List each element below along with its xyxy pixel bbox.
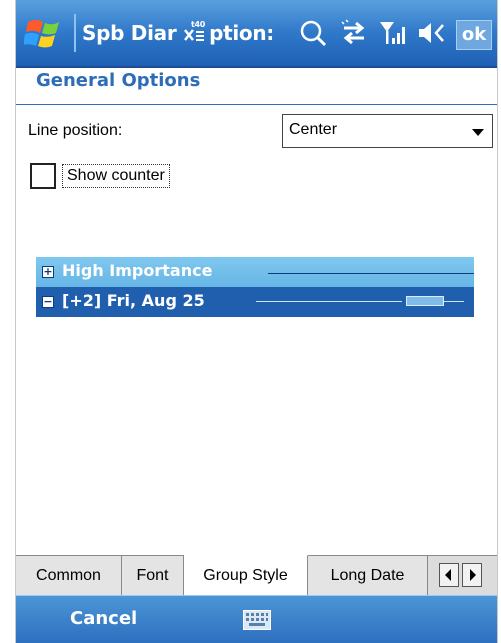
preview-date-line-end	[444, 301, 464, 302]
tab-font[interactable]: Font	[122, 556, 184, 596]
collapse-icon: −	[42, 295, 54, 308]
volume-icon[interactable]	[416, 14, 446, 52]
tab-long-date[interactable]: Long Date	[308, 556, 428, 596]
tab-scroll-right-icon[interactable]	[462, 563, 482, 587]
ok-button[interactable]: ok	[456, 20, 492, 50]
input-panel-icon[interactable]: t40	[183, 18, 209, 44]
tab-strip: Common Font Group Style Long Date	[16, 555, 497, 596]
connectivity-icon[interactable]	[338, 14, 370, 52]
group-style-preview: + High Importance − [+2] Fri, Aug 25	[36, 257, 474, 317]
line-position-select[interactable]: Center	[282, 114, 493, 148]
keyboard-icon[interactable]	[243, 610, 271, 630]
page-title: General Options	[36, 70, 201, 91]
preview-row-high-importance: + High Importance	[36, 257, 474, 287]
title-separator	[74, 14, 76, 52]
preview-date-line	[256, 301, 402, 302]
preview-group-label: High Importance	[62, 261, 213, 280]
search-icon[interactable]	[298, 14, 328, 52]
windows-start-icon[interactable]	[24, 16, 68, 52]
line-position-value: Center	[289, 121, 338, 138]
app-window: Spb Diar t40 ption: ok General Options L…	[15, 0, 498, 643]
show-counter-label[interactable]: Show counter	[62, 164, 170, 188]
svg-text:t40: t40	[191, 20, 206, 29]
soft-key-bar: Cancel	[16, 595, 497, 643]
header-divider	[16, 104, 497, 105]
tab-group-style[interactable]: Group Style	[184, 555, 308, 596]
cancel-button[interactable]: Cancel	[70, 608, 137, 629]
show-counter-checkbox[interactable]	[30, 163, 56, 189]
preview-date-label: [+2] Fri, Aug 25	[62, 291, 205, 310]
preview-group-line	[268, 273, 474, 274]
tab-common[interactable]: Common	[16, 556, 122, 596]
window-title: Spb Diar t40 ption:	[82, 18, 275, 45]
chevron-down-icon[interactable]	[472, 129, 484, 136]
signal-icon[interactable]	[378, 14, 408, 52]
title-bar: Spb Diar t40 ption: ok	[16, 0, 497, 68]
expand-icon: +	[42, 265, 54, 278]
tab-scroll-left-icon[interactable]	[439, 563, 459, 587]
preview-counter-bar	[406, 296, 444, 306]
line-position-label: Line position:	[28, 122, 123, 139]
preview-row-date: − [+2] Fri, Aug 25	[36, 287, 474, 317]
